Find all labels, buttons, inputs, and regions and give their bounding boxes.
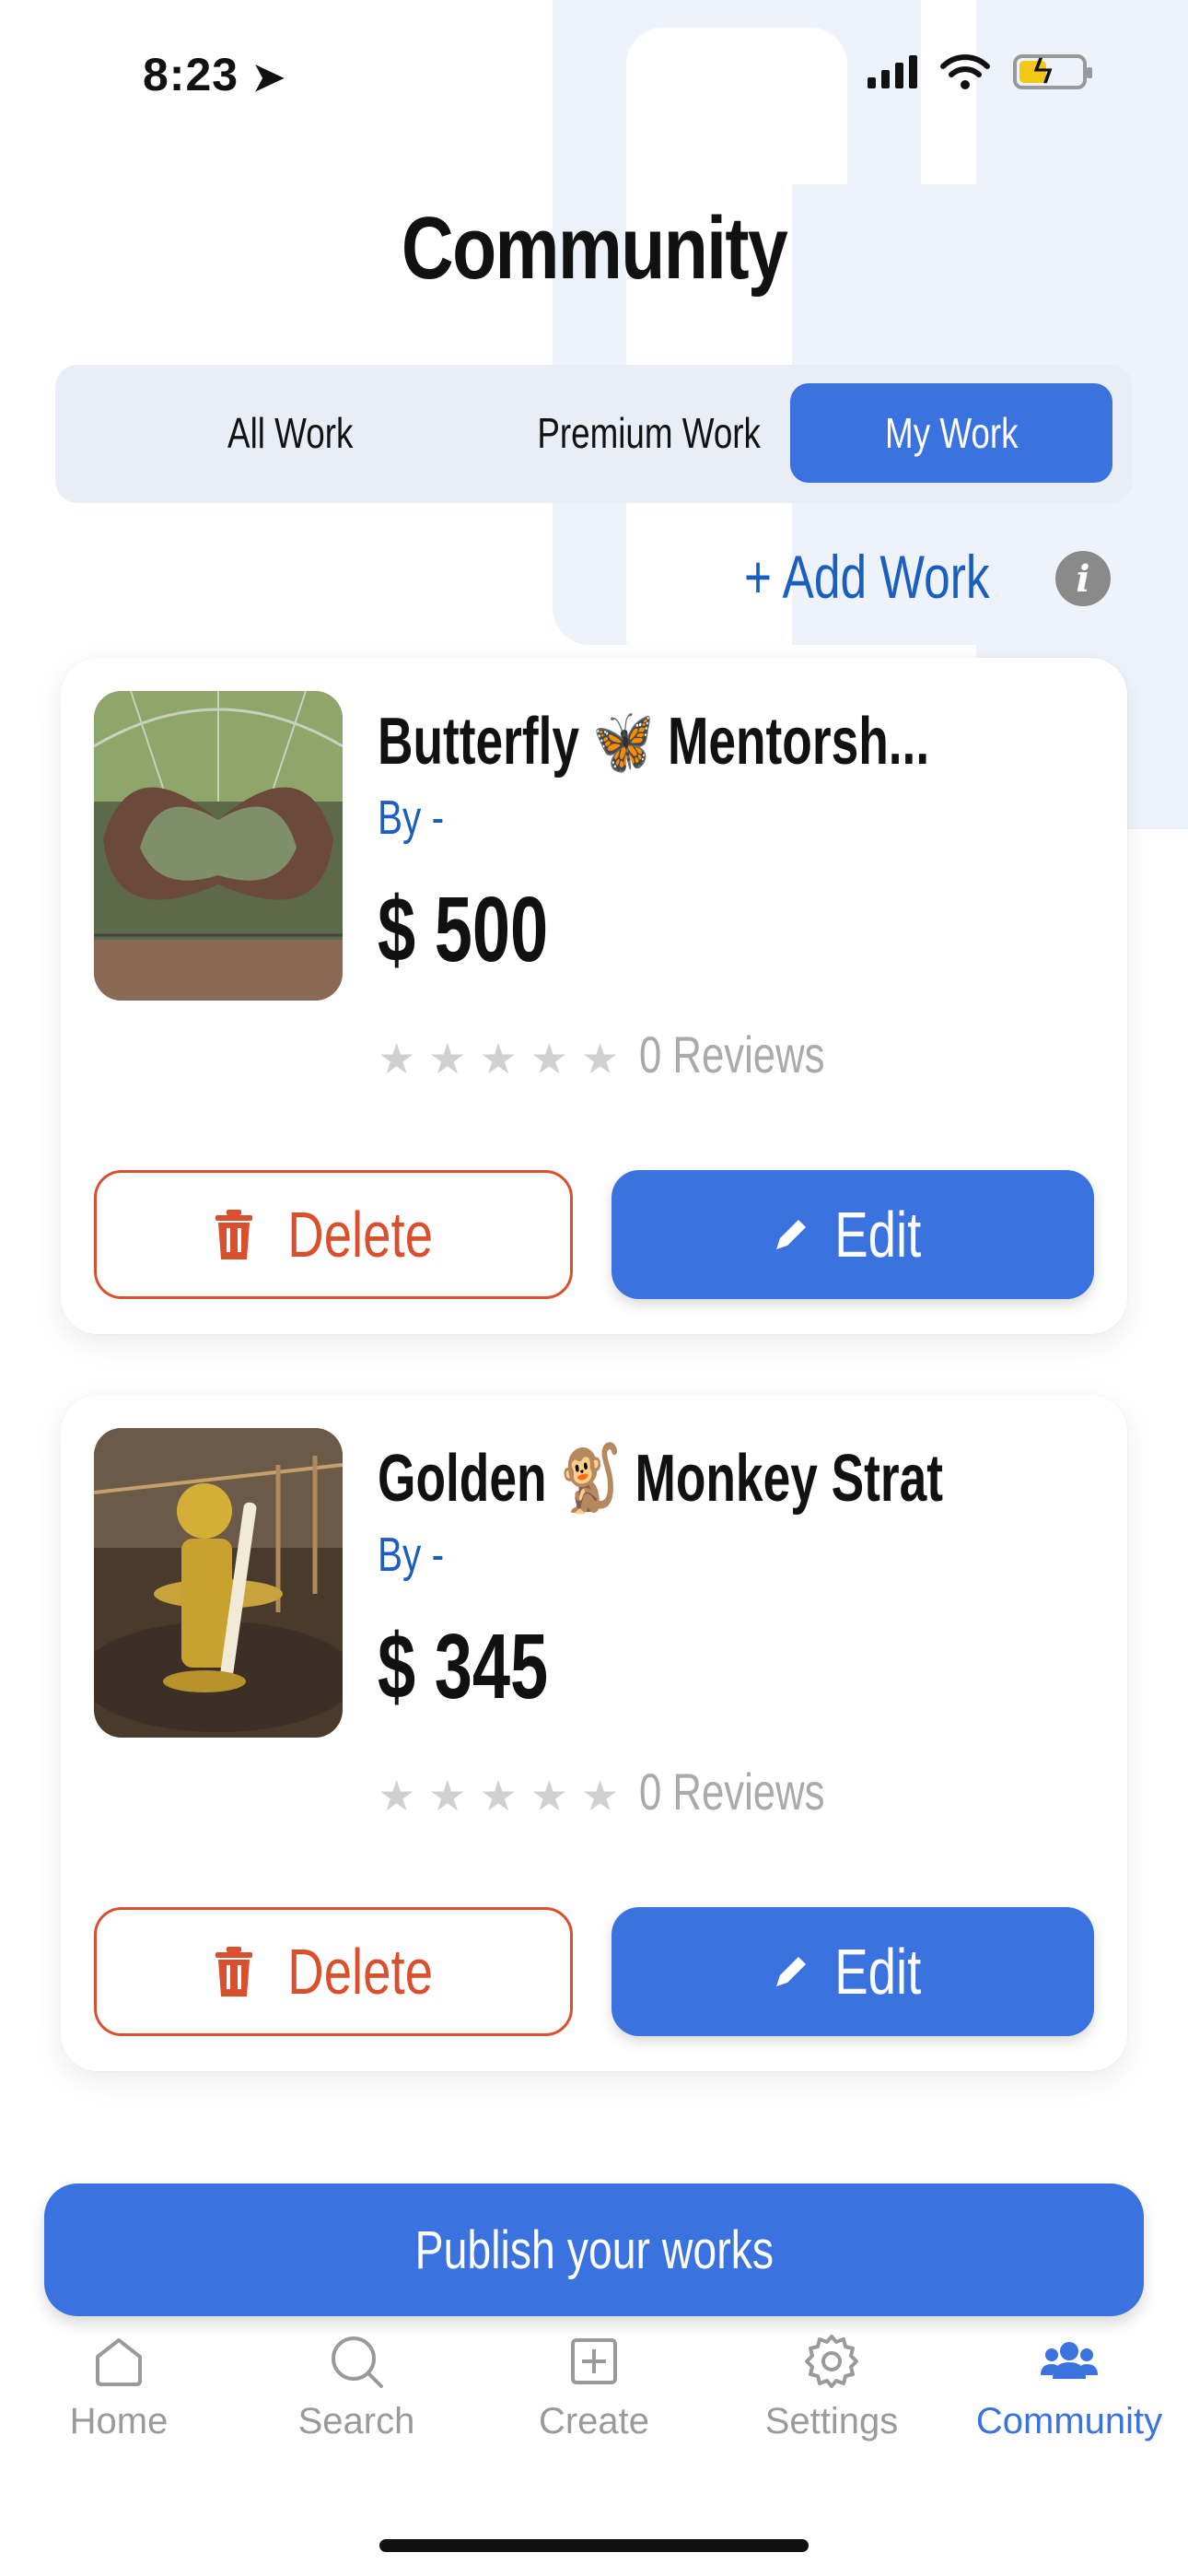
nav-search[interactable]: Search bbox=[238, 2331, 475, 2478]
star-icon: ★ bbox=[428, 1772, 467, 1820]
rating-stars: ★ ★ ★ ★ ★ bbox=[378, 1771, 619, 1821]
nav-community[interactable]: Community bbox=[950, 2331, 1188, 2478]
trash-icon bbox=[215, 1210, 252, 1259]
work-author: By - bbox=[378, 791, 445, 845]
work-price: $ 345 bbox=[378, 1615, 549, 1718]
battery-icon: ϟ bbox=[1013, 53, 1092, 89]
work-thumbnail bbox=[94, 691, 343, 1001]
work-card: Golden 🐒 Monkey Strat By - $ 345 ★ ★ ★ ★ ★ 0… bbox=[61, 1395, 1127, 2071]
page-title: Community bbox=[401, 199, 788, 298]
tab-premium-work[interactable]: Premium Work bbox=[488, 383, 810, 483]
wifi-icon bbox=[940, 54, 990, 89]
work-thumbnail bbox=[94, 1428, 343, 1738]
work-author: By - bbox=[378, 1528, 445, 1582]
star-icon: ★ bbox=[581, 1772, 620, 1820]
review-count: 0 Reviews bbox=[639, 1025, 825, 1083]
delete-button[interactable]: Delete bbox=[94, 1170, 573, 1299]
gear-icon bbox=[805, 2335, 858, 2388]
work-card: Butterfly 🦋 Mentorsh... By - $ 500 ★ ★ ★ ★ ★… bbox=[61, 658, 1127, 1334]
star-icon: ★ bbox=[581, 1035, 620, 1083]
star-icon: ★ bbox=[530, 1035, 568, 1083]
status-icons: ϟ bbox=[868, 53, 1092, 90]
plus-square-icon bbox=[571, 2338, 617, 2384]
nav-settings[interactable]: Settings bbox=[713, 2331, 950, 2478]
star-icon: ★ bbox=[428, 1035, 467, 1083]
work-filter-tabs: All Work Premium Work My Work bbox=[55, 365, 1133, 503]
tab-my-work[interactable]: My Work bbox=[790, 383, 1112, 483]
work-title[interactable]: Golden 🐒 Monkey Strat bbox=[378, 1439, 943, 1517]
review-count: 0 Reviews bbox=[639, 1762, 825, 1821]
location-arrow-icon: ➤ bbox=[251, 55, 286, 99]
add-work-link[interactable]: + Add Work bbox=[744, 542, 1059, 612]
users-icon bbox=[1041, 2342, 1098, 2379]
work-price: $ 500 bbox=[378, 878, 549, 981]
edit-button[interactable]: Edit bbox=[611, 1170, 1094, 1299]
star-icon: ★ bbox=[479, 1772, 518, 1820]
trash-icon bbox=[215, 1947, 252, 1996]
status-time: 8:23 ➤ bbox=[143, 49, 286, 100]
publish-works-button[interactable]: Publish your works bbox=[44, 2184, 1144, 2316]
star-icon: ★ bbox=[378, 1772, 416, 1820]
nav-create[interactable]: Create bbox=[475, 2331, 713, 2478]
star-icon: ★ bbox=[530, 1772, 568, 1820]
nav-home[interactable]: Home bbox=[0, 2331, 238, 2478]
star-icon: ★ bbox=[378, 1035, 416, 1083]
star-icon: ★ bbox=[479, 1035, 518, 1083]
info-icon[interactable]: i bbox=[1055, 551, 1111, 606]
pencil-icon bbox=[775, 1957, 806, 1986]
pencil-icon bbox=[775, 1220, 806, 1249]
search-icon bbox=[332, 2336, 383, 2388]
home-indicator bbox=[379, 2539, 809, 2552]
bottom-navigation: Home Search Create Settings Community bbox=[0, 2331, 1188, 2478]
work-title[interactable]: Butterfly 🦋 Mentorsh... bbox=[378, 702, 929, 780]
home-icon bbox=[96, 2338, 142, 2386]
edit-button[interactable]: Edit bbox=[611, 1907, 1094, 2036]
cellular-signal-icon bbox=[868, 55, 917, 88]
tab-all-work[interactable]: All Work bbox=[129, 383, 451, 483]
rating-stars: ★ ★ ★ ★ ★ bbox=[378, 1034, 619, 1083]
delete-button[interactable]: Delete bbox=[94, 1907, 573, 2036]
